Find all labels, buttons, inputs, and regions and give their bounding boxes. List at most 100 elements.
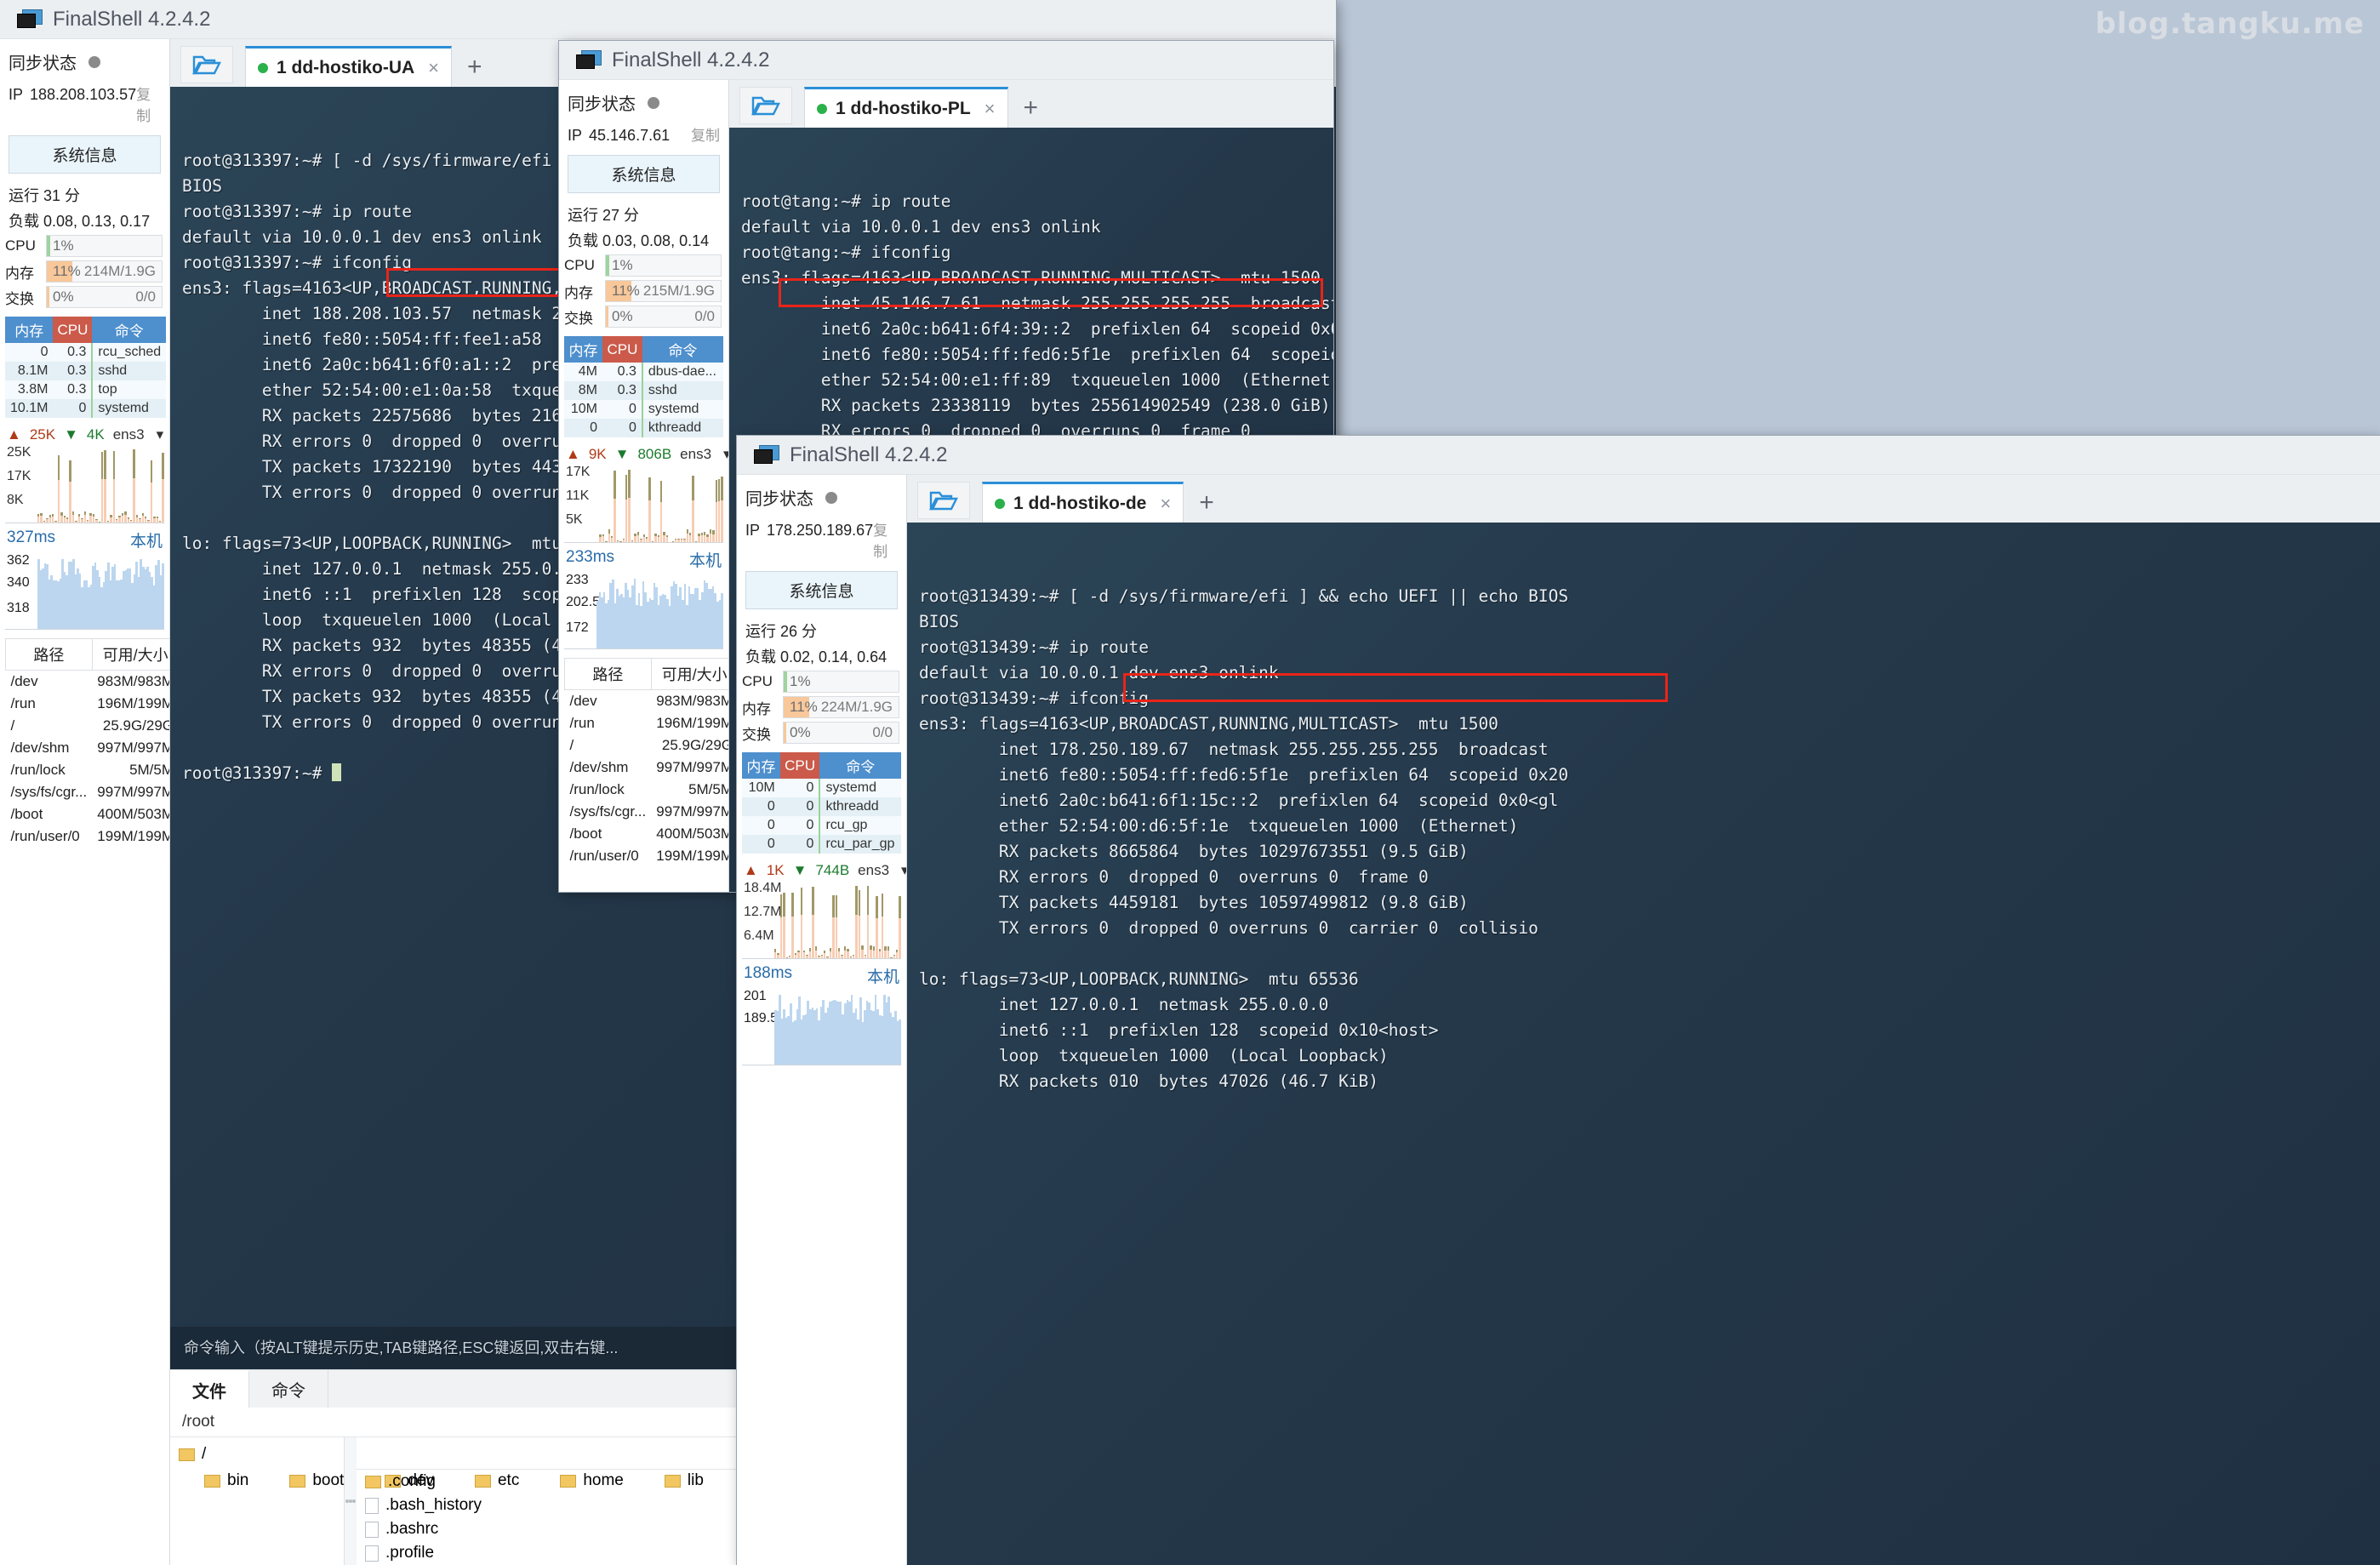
col-cmd[interactable]: 命令 xyxy=(92,317,167,343)
close-icon[interactable]: × xyxy=(428,57,439,79)
graph-bar xyxy=(882,894,884,958)
tree-item-bin[interactable]: bin xyxy=(179,1469,257,1493)
table-row[interactable]: 10M 0 systemd xyxy=(742,779,901,797)
system-info-button[interactable]: 系统信息 xyxy=(568,155,720,193)
copy-button[interactable]: 复制 xyxy=(691,123,720,145)
table-row[interactable]: 3.8M 0.3 top xyxy=(5,380,167,399)
col-cpu[interactable]: CPU xyxy=(53,317,93,343)
table-row[interactable]: /dev/shm 997M/997M xyxy=(6,737,170,759)
col-cpu[interactable]: CPU xyxy=(602,336,642,363)
tab-dd-hostiko-pl[interactable]: 1 dd-hostiko-PL × xyxy=(804,87,1008,128)
new-tab-button[interactable]: + xyxy=(1184,488,1230,523)
chevron-down-icon[interactable]: ▾ xyxy=(901,862,906,879)
interface-selector[interactable]: ens3 xyxy=(113,426,145,443)
table-row[interactable]: 8M 0.3 sshd xyxy=(564,381,723,400)
copy-button[interactable]: 复制 xyxy=(873,518,898,561)
graph-bar xyxy=(858,890,861,958)
table-row[interactable]: /sys/fs/cgr... 997M/997M xyxy=(6,781,170,803)
col-mem[interactable]: 内存 xyxy=(742,752,780,779)
sync-status: 同步状态 xyxy=(0,39,169,79)
table-row[interactable]: 0 0 kthreadd xyxy=(742,797,901,816)
tab-dd-hostiko-de[interactable]: 1 dd-hostiko-de × xyxy=(982,482,1184,523)
col-cpu[interactable]: CPU xyxy=(779,752,820,779)
table-row[interactable]: 0 0.3 rcu_sched xyxy=(5,343,167,362)
table-row[interactable]: 0 0 rcu_par_gp xyxy=(742,835,901,854)
table-row[interactable]: 10M 0 systemd xyxy=(564,400,723,419)
graph-bar xyxy=(829,947,832,958)
col-mem[interactable]: 内存 xyxy=(564,336,602,363)
table-row[interactable]: 8.1M 0.3 sshd xyxy=(5,362,167,380)
cell-cpu: 0.3 xyxy=(602,363,642,381)
window-finalshell-3[interactable]: FinalShell 4.2.4.2 同步状态 IP 178.250.189.6… xyxy=(737,436,2380,1565)
table-row[interactable]: /run/user/0 199M/199M xyxy=(6,825,170,848)
window-3-titlebar[interactable]: FinalShell 4.2.4.2 xyxy=(737,436,2380,475)
app-icon xyxy=(17,9,43,30)
disk-col-path[interactable]: 路径 xyxy=(5,638,93,671)
sync-status-dot xyxy=(825,491,837,504)
copy-button[interactable]: 复制 xyxy=(136,83,161,125)
cell-path: /sys/fs/cgr... xyxy=(569,803,647,820)
table-row[interactable]: /run/user/0 199M/199M xyxy=(565,845,729,867)
ping-target[interactable]: 本机 xyxy=(867,964,899,987)
interface-selector[interactable]: ens3 xyxy=(680,446,711,463)
col-cmd[interactable]: 命令 xyxy=(819,752,901,779)
graph-bar xyxy=(700,532,704,542)
interface-selector[interactable]: ens3 xyxy=(858,862,889,879)
col-mem[interactable]: 内存 xyxy=(5,317,54,343)
tab-dd-hostiko-ua[interactable]: 1 dd-hostiko-UA × xyxy=(245,46,453,87)
graph-bar xyxy=(52,513,54,523)
table-row[interactable]: /run/lock 5M/5M xyxy=(565,779,729,801)
open-folder-button[interactable] xyxy=(739,87,792,124)
panel-splitter[interactable] xyxy=(345,1437,357,1565)
disk-col-size[interactable]: 可用/大小 xyxy=(650,658,728,690)
meter-detail: 0/0 xyxy=(694,308,715,324)
new-tab-button[interactable]: + xyxy=(452,53,498,87)
cell-cpu: 0 xyxy=(779,779,820,797)
window-2-titlebar[interactable]: FinalShell 4.2.4.2 xyxy=(559,41,1333,80)
table-row[interactable]: 10.1M 0 systemd xyxy=(5,399,167,418)
table-row[interactable]: 4M 0.3 dbus-dae... xyxy=(564,363,723,381)
table-row[interactable]: /run/lock 5M/5M xyxy=(6,759,170,781)
table-row[interactable]: /boot 400M/503M xyxy=(6,803,170,825)
tab-commands[interactable]: 命令 xyxy=(249,1370,328,1408)
disk-col-path[interactable]: 路径 xyxy=(564,658,652,690)
close-icon[interactable]: × xyxy=(985,98,996,120)
tree-item-root[interactable]: / xyxy=(170,1442,344,1466)
table-row[interactable]: /boot 400M/503M xyxy=(565,823,729,845)
close-icon[interactable]: × xyxy=(1160,493,1171,515)
chevron-down-icon[interactable]: ▾ xyxy=(157,426,164,443)
window-2-tabbar[interactable]: 1 dd-hostiko-PL × + xyxy=(729,80,1333,128)
table-row[interactable]: /dev/shm 997M/997M xyxy=(565,757,729,779)
table-row[interactable]: / 25.9G/29G xyxy=(6,715,170,737)
tab-files[interactable]: 文件 xyxy=(170,1370,249,1408)
table-row[interactable]: 0 0 rcu_gp xyxy=(742,816,901,835)
col-cmd[interactable]: 命令 xyxy=(642,336,723,363)
table-row[interactable]: /run 196M/199M xyxy=(565,712,729,734)
table-row[interactable]: /sys/fs/cgr... 997M/997M xyxy=(565,801,729,823)
open-folder-button[interactable] xyxy=(917,482,970,519)
terminal-line: inet6 2a0c:b641:6f4:39::2 prefixlen 64 s… xyxy=(820,319,1333,339)
graph-bar xyxy=(867,886,870,958)
table-row[interactable]: 0 0 kthreadd xyxy=(564,419,723,437)
system-info-button[interactable]: 系统信息 xyxy=(745,571,898,609)
graph-bar xyxy=(774,949,777,958)
table-row[interactable]: /run 196M/199M xyxy=(6,693,170,715)
table-row[interactable]: /dev 983M/983M xyxy=(6,671,170,694)
window-3-tabbar[interactable]: 1 dd-hostiko-de × + xyxy=(907,475,2380,523)
open-folder-button[interactable] xyxy=(180,46,233,83)
table-row[interactable]: /dev 983M/983M xyxy=(565,690,729,713)
folder-icon xyxy=(289,1474,306,1488)
terminal-3[interactable]: root@313439:~# [ -d /sys/firmware/efi ] … xyxy=(907,523,2380,1565)
ping-target[interactable]: 本机 xyxy=(689,548,722,571)
chevron-down-icon[interactable]: ▾ xyxy=(723,446,728,463)
file-icon xyxy=(365,1521,379,1538)
window-1-titlebar[interactable]: FinalShell 4.2.4.2 xyxy=(0,0,1336,39)
table-row[interactable]: / 25.9G/29G xyxy=(565,734,729,757)
system-info-button[interactable]: 系统信息 xyxy=(9,135,161,174)
ping-target[interactable]: 本机 xyxy=(130,528,163,551)
tree-item-boot[interactable]: boot xyxy=(264,1469,352,1493)
graph-bar xyxy=(876,896,878,958)
graph-bar xyxy=(785,957,789,958)
new-tab-button[interactable]: + xyxy=(1008,94,1054,128)
disk-col-size[interactable]: 可用/大小 xyxy=(91,638,169,671)
